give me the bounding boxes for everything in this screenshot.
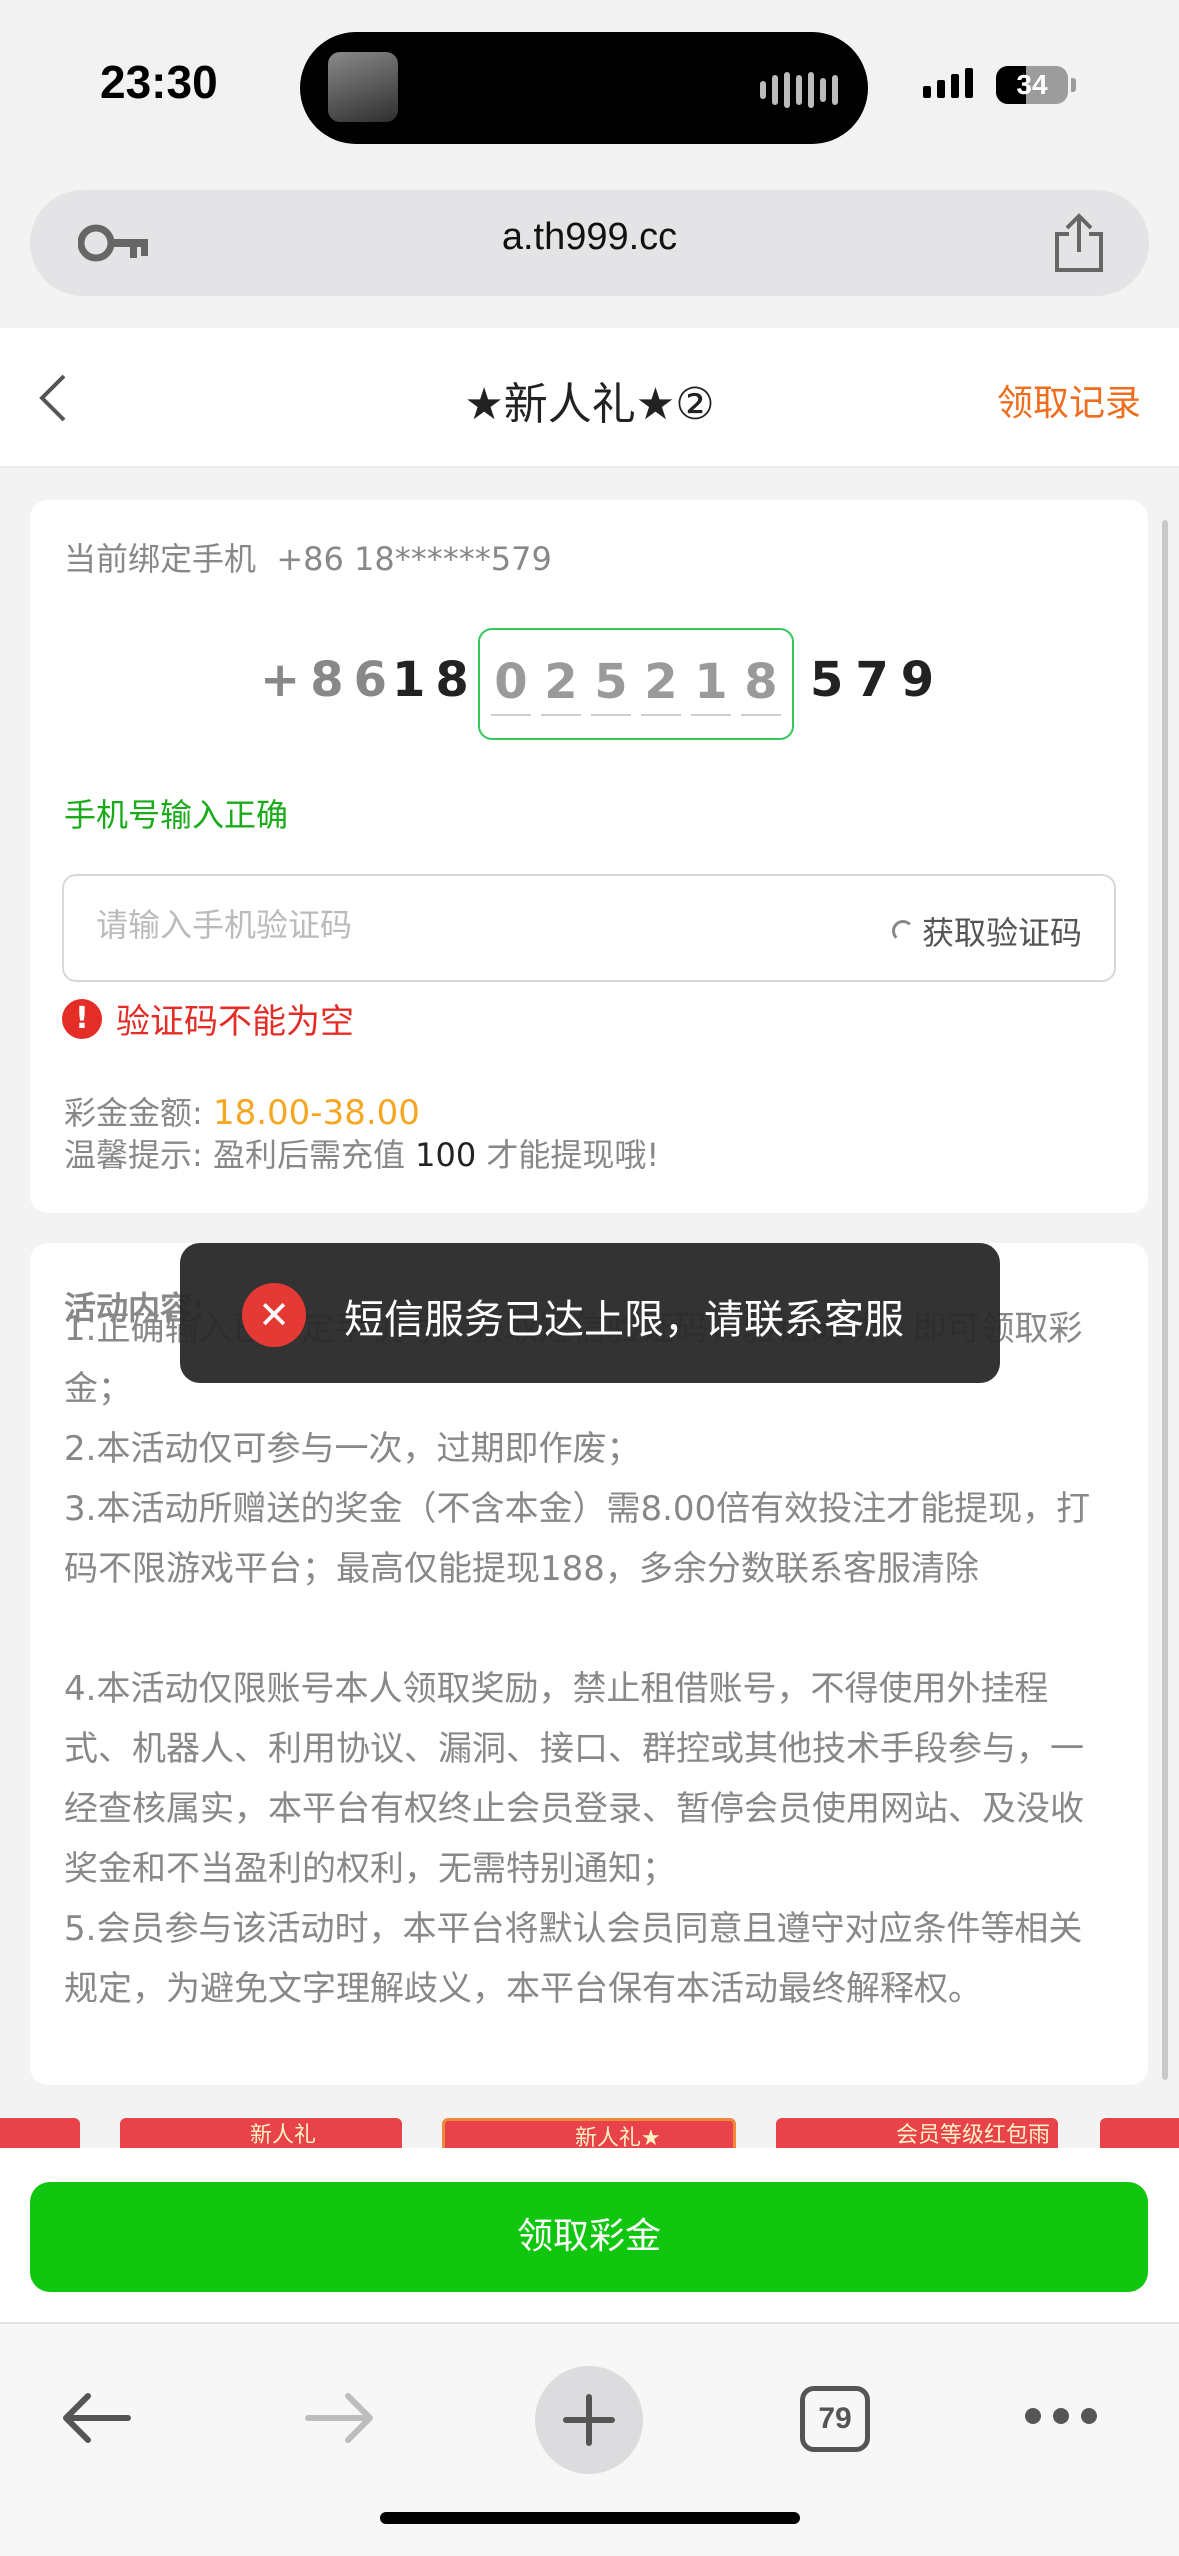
- dynamic-island[interactable]: [300, 32, 868, 144]
- activity-rule: 5.会员参与该活动时，本平台将默认会员同意且遵守对应条件等相关规定，为避免文字理…: [64, 1909, 1083, 2009]
- tabs-count-button[interactable]: 79: [800, 2386, 870, 2452]
- code-error-text: 验证码不能为空: [116, 1002, 354, 1042]
- battery-level: 34: [1016, 69, 1048, 100]
- withdraw-tip: 温馨提示: 盈利后需充值 100 才能提现哦!: [64, 1130, 659, 1176]
- url-text[interactable]: a.th999.cc: [30, 216, 1149, 259]
- promo-banner-strip[interactable]: 新人礼 新人礼★ 会员等级红包雨: [0, 2118, 1179, 2148]
- digit-3[interactable]: 5: [591, 654, 631, 716]
- promo-banner[interactable]: [1100, 2118, 1179, 2148]
- activity-rule: 2.本活动仅可参与一次，过期即作废；: [64, 1429, 641, 1469]
- share-icon[interactable]: [1051, 212, 1107, 274]
- get-code-label: 获取验证码: [921, 914, 1082, 952]
- phone-valid-message: 手机号输入正确: [64, 796, 289, 834]
- bonus-amount-row: 彩金金额: 18.00-38.00: [64, 1088, 420, 1134]
- error-icon: !: [62, 998, 102, 1039]
- status-time: 23:30: [100, 56, 218, 108]
- promo-banner[interactable]: [0, 2118, 80, 2148]
- verification-card: 当前绑定手机 +86 18******579 +86 18 0 2 5 2 1 …: [30, 500, 1148, 1213]
- digit-2[interactable]: 2: [541, 654, 581, 716]
- promo-banner[interactable]: 新人礼: [120, 2118, 402, 2148]
- tip-prefix: 温馨提示: 盈利后需充值: [64, 1136, 405, 1174]
- plus-icon: [563, 2394, 615, 2446]
- battery-tip: [1071, 78, 1076, 92]
- scrollbar[interactable]: [1162, 520, 1168, 2080]
- get-code-button[interactable]: 获取验证码: [891, 908, 1082, 954]
- cellular-signal-icon: [923, 68, 973, 98]
- status-bar: 23:30 34: [0, 0, 1179, 175]
- audio-wave-icon: [760, 72, 838, 108]
- digit-4[interactable]: 2: [641, 654, 681, 716]
- back-arrow-icon[interactable]: [58, 2390, 134, 2446]
- sms-code-field[interactable]: 获取验证码: [62, 874, 1116, 982]
- more-options-icon[interactable]: [1025, 2408, 1097, 2424]
- phone-number-entry: +86 18 0 2 5 2 1 8 579: [30, 628, 1148, 740]
- claim-records-link[interactable]: 领取记录: [997, 374, 1141, 426]
- bound-phone-label: 当前绑定手机: [64, 540, 257, 578]
- activity-rule: 3.本活动所赠送的奖金（不含本金）需8.00倍有效投注才能提现，打码不限游戏平台…: [64, 1489, 1091, 1589]
- bound-phone-value: +86 18******579: [276, 540, 552, 578]
- digit-6[interactable]: 8: [741, 654, 781, 716]
- phone-start: 18: [392, 652, 479, 708]
- bonus-value: 18.00-38.00: [212, 1093, 420, 1133]
- tip-suffix: 才能提现哦!: [486, 1136, 660, 1174]
- forward-arrow-icon[interactable]: [302, 2390, 378, 2446]
- phone-middle-digits-input[interactable]: 0 2 5 2 1 8: [478, 628, 794, 740]
- tip-amount: 100: [415, 1136, 477, 1174]
- code-error: ! 验证码不能为空: [62, 994, 354, 1043]
- bound-phone-info: 当前绑定手机 +86 18******579: [64, 534, 552, 580]
- activity-rule: 4.本活动仅限账号本人领取奖励，禁止租借账号，不得使用外挂程式、机器人、利用协议…: [64, 1669, 1084, 1889]
- bonus-label: 彩金金额:: [64, 1094, 203, 1132]
- loading-spinner-icon: [891, 920, 914, 942]
- phone-end: 579: [810, 652, 947, 708]
- toast-message: 短信服务已达上限，请联系客服: [344, 1297, 904, 1343]
- claim-bonus-button[interactable]: 领取彩金: [30, 2182, 1148, 2292]
- country-code: +86: [260, 652, 398, 708]
- sms-code-input[interactable]: [96, 906, 796, 944]
- digit-5[interactable]: 1: [691, 654, 731, 716]
- page-header: ★新人礼★② 领取记录: [0, 328, 1179, 468]
- media-thumbnail: [328, 52, 398, 122]
- error-toast: ✕ 短信服务已达上限，请联系客服: [180, 1243, 1000, 1383]
- promo-banner-selected[interactable]: 新人礼★: [442, 2118, 736, 2148]
- claim-area: 领取彩金: [0, 2148, 1179, 2322]
- address-bar[interactable]: a.th999.cc: [30, 190, 1149, 296]
- battery-icon: 34: [996, 66, 1068, 104]
- new-tab-button[interactable]: [535, 2366, 643, 2474]
- digit-1[interactable]: 0: [491, 654, 531, 716]
- close-circle-icon: ✕: [242, 1283, 306, 1347]
- home-indicator[interactable]: [380, 2512, 800, 2524]
- promo-banner[interactable]: 会员等级红包雨: [776, 2118, 1058, 2148]
